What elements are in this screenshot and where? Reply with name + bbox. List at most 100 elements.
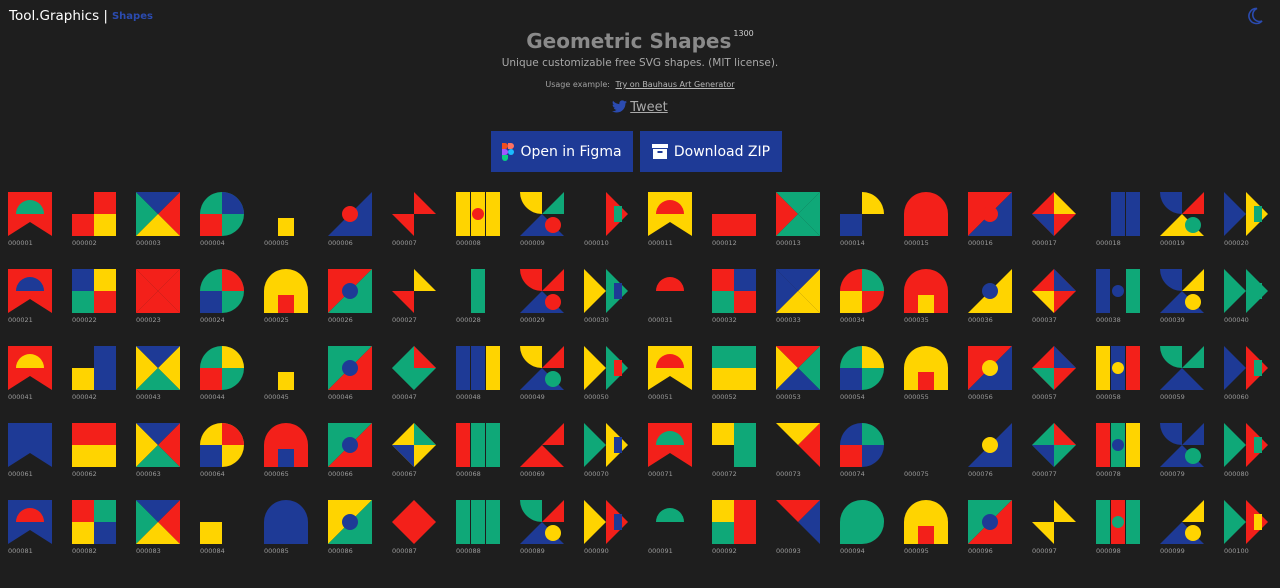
shape-tile[interactable]: 000080 [1224,423,1270,483]
shape-tile[interactable]: 000087 [392,500,438,560]
shape-tile[interactable]: 000032 [712,269,758,329]
shape-tile[interactable]: 000007 [392,192,438,252]
shape-tile[interactable]: 000005 [264,192,310,252]
shape-tile[interactable]: 000014 [840,192,886,252]
shape-tile[interactable]: 000072 [712,423,758,483]
shape-tile[interactable]: 000037 [1032,269,1078,329]
shape-tile[interactable]: 000009 [520,192,566,252]
shape-tile[interactable]: 000021 [8,269,54,329]
shape-tile[interactable]: 000035 [904,269,950,329]
shape-tile[interactable]: 000051 [648,346,694,406]
tweet-link[interactable]: Tweet [0,100,1280,115]
shape-tile[interactable]: 000098 [1096,500,1142,560]
tweet-label[interactable]: Tweet [630,100,668,115]
shape-tile[interactable]: 000094 [840,500,886,560]
shape-tile[interactable]: 000084 [200,500,246,560]
shape-tile[interactable]: 000076 [968,423,1014,483]
shape-tile[interactable]: 000075 [904,423,950,483]
shape-tile[interactable]: 000090 [584,500,630,560]
shape-tile[interactable]: 000031 [648,269,694,329]
shape-tile[interactable]: 000001 [8,192,54,252]
shape-tile[interactable]: 000062 [72,423,118,483]
shape-tile[interactable]: 000045 [264,346,310,406]
shape-tile[interactable]: 000036 [968,269,1014,329]
shape-tile[interactable]: 000030 [584,269,630,329]
shape-tile[interactable]: 000059 [1160,346,1206,406]
shape-tile[interactable]: 000010 [584,192,630,252]
shape-tile[interactable]: 000034 [840,269,886,329]
shape-tile[interactable]: 000061 [8,423,54,483]
shape-tile[interactable]: 000013 [776,192,822,252]
shape-tile[interactable]: 000077 [1032,423,1078,483]
shape-tile[interactable]: 000097 [1032,500,1078,560]
shape-tile[interactable]: 000079 [1160,423,1206,483]
shape-tile[interactable]: 000056 [968,346,1014,406]
shape-tile[interactable]: 000085 [264,500,310,560]
shape-tile[interactable]: 000099 [1160,500,1206,560]
shape-tile[interactable]: 000039 [1160,269,1206,329]
shape-tile[interactable]: 000006 [328,192,374,252]
shape-tile[interactable]: 000018 [1096,192,1142,252]
brand-name[interactable]: Tool.Graphics | [9,8,108,24]
shape-tile[interactable]: 000023 [136,269,182,329]
shape-tile[interactable]: 000060 [1224,346,1270,406]
shape-tile[interactable]: 000041 [8,346,54,406]
shape-tile[interactable]: 000004 [200,192,246,252]
shape-tile[interactable]: 000058 [1096,346,1142,406]
shape-tile[interactable]: 000022 [72,269,118,329]
shape-tile[interactable]: 000073 [776,423,822,483]
shape-tile[interactable]: 000070 [584,423,630,483]
shape-tile[interactable]: 000095 [904,500,950,560]
shape-tile[interactable]: 000025 [264,269,310,329]
shape-tile[interactable]: 000038 [1096,269,1142,329]
shape-tile[interactable]: 000083 [136,500,182,560]
section-link[interactable]: Shapes [112,11,153,22]
shape-tile[interactable]: 000012 [712,192,758,252]
shape-tile[interactable]: 000003 [136,192,182,252]
shape-tile[interactable]: 000046 [328,346,374,406]
shape-tile[interactable]: 000049 [520,346,566,406]
shape-tile[interactable]: 000086 [328,500,374,560]
shape-tile[interactable]: 000052 [712,346,758,406]
shape-tile[interactable]: 000057 [1032,346,1078,406]
shape-tile[interactable]: 000055 [904,346,950,406]
shape-tile[interactable]: 000092 [712,500,758,560]
shape-tile[interactable]: 000089 [520,500,566,560]
shape-tile[interactable]: 000088 [456,500,502,560]
shape-tile[interactable]: 000100 [1224,500,1270,560]
shape-tile[interactable]: 000081 [8,500,54,560]
shape-tile[interactable]: 000067 [392,423,438,483]
download-zip-button[interactable]: Download ZIP [640,131,782,172]
shape-tile[interactable]: 000017 [1032,192,1078,252]
shape-tile[interactable]: 000028 [456,269,502,329]
shape-tile[interactable]: 000091 [648,500,694,560]
shape-tile[interactable]: 000068 [456,423,502,483]
shape-tile[interactable]: 000019 [1160,192,1206,252]
shape-tile[interactable]: 000071 [648,423,694,483]
shape-tile[interactable]: 000048 [456,346,502,406]
shape-tile[interactable]: 000033 [776,269,822,329]
shape-tile[interactable]: 000093 [776,500,822,560]
shape-tile[interactable]: 000026 [328,269,374,329]
shape-tile[interactable]: 000047 [392,346,438,406]
shape-tile[interactable]: 000016 [968,192,1014,252]
brand[interactable]: Tool.Graphics | Shapes [9,8,153,24]
shape-tile[interactable]: 000008 [456,192,502,252]
shape-tile[interactable]: 000066 [328,423,374,483]
shape-tile[interactable]: 000050 [584,346,630,406]
shape-tile[interactable]: 000078 [1096,423,1142,483]
shape-tile[interactable]: 000064 [200,423,246,483]
shape-tile[interactable]: 000065 [264,423,310,483]
shape-tile[interactable]: 000096 [968,500,1014,560]
shape-tile[interactable]: 000082 [72,500,118,560]
shape-tile[interactable]: 000024 [200,269,246,329]
shape-tile[interactable]: 000040 [1224,269,1270,329]
shape-tile[interactable]: 000011 [648,192,694,252]
shape-tile[interactable]: 000069 [520,423,566,483]
shape-tile[interactable]: 000002 [72,192,118,252]
shape-tile[interactable]: 000063 [136,423,182,483]
open-in-figma-button[interactable]: Open in Figma [491,131,633,172]
shape-tile[interactable]: 000029 [520,269,566,329]
shape-tile[interactable]: 000042 [72,346,118,406]
shape-tile[interactable]: 000053 [776,346,822,406]
